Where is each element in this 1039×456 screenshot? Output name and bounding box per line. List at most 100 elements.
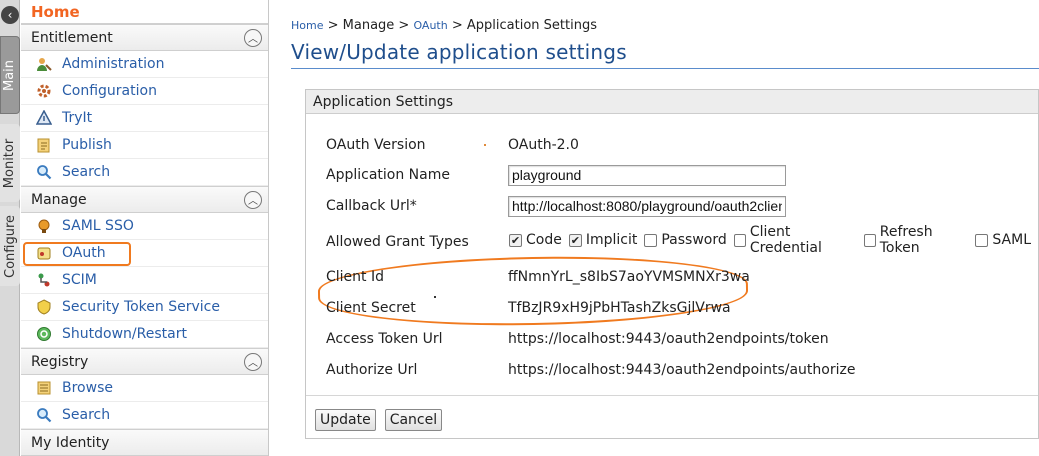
breadcrumb-separator: >	[447, 18, 467, 33]
client-secret-row: Client Secret TfBzJR9xH9jPbHTashZksGjlVr…	[326, 296, 731, 320]
sidebar-item-security-token-service[interactable]: Security Token Service	[21, 294, 268, 321]
collapse-sidebar-icon[interactable]: ‹	[1, 6, 19, 24]
access-token-url-row: Access Token Url https://localhost:9443/…	[326, 327, 829, 351]
configuration-icon	[35, 82, 53, 100]
breadcrumb: Home > Manage > OAuth > Application Sett…	[291, 18, 597, 33]
password-checkbox[interactable]	[644, 233, 658, 247]
callback-url-input[interactable]	[508, 195, 786, 217]
tryit-icon	[35, 109, 53, 127]
search-icon	[35, 406, 53, 424]
sidebar-item-browse[interactable]: Browse	[21, 375, 268, 402]
breadcrumb-separator: >	[323, 18, 343, 33]
client-credential-checkbox[interactable]	[733, 233, 746, 247]
sidebar: Home Entitlement ︿ Administration Config…	[21, 0, 269, 456]
section-header-entitlement[interactable]: Entitlement ︿	[21, 24, 268, 51]
browse-icon	[35, 379, 53, 397]
breadcrumb-oauth-link[interactable]: OAuth	[413, 19, 447, 32]
implicit-checkbox[interactable]: ✔	[568, 233, 582, 247]
code-checkbox[interactable]: ✔	[509, 233, 522, 247]
sidebar-item-label: Configuration	[62, 83, 157, 99]
chevron-up-icon[interactable]: ︿	[244, 28, 262, 47]
sidebar-item-label: Search	[62, 407, 111, 423]
grant-option-label: Implicit	[585, 232, 638, 248]
oauth-version-row: OAuth Version OAuth-2.0	[326, 133, 579, 157]
section-header-manage[interactable]: Manage ︿	[21, 186, 268, 213]
grant-option-label: Refresh Token	[879, 224, 933, 256]
grant-option-label: Password	[661, 232, 727, 248]
grant-types-options: ✔ Code ✔ Implicit Password Client Credenti…	[509, 224, 1038, 256]
grant-option-saml[interactable]: SAML	[975, 232, 1031, 248]
search-icon	[35, 163, 53, 181]
tab-configure[interactable]: Configure	[0, 206, 20, 286]
sts-icon	[35, 298, 53, 316]
callback-url-row: Callback Url*	[326, 194, 786, 218]
stray-mark	[484, 144, 486, 146]
tab-main[interactable]: Main	[0, 36, 20, 114]
breadcrumb-current: Application Settings	[466, 18, 597, 33]
client-id-value: ffNmnYrL_s8IbS7aoYVMSMNXr3wa	[508, 269, 750, 285]
sidebar-item-shutdown-restart[interactable]: Shutdown/Restart	[21, 321, 268, 348]
page-title: View/Update application settings	[291, 40, 627, 64]
sidebar-item-label: Search	[62, 164, 111, 180]
authorize-url-value: https://localhost:9443/oauth2endpoints/a…	[508, 362, 856, 378]
sidebar-item-saml-sso[interactable]: SAML SSO	[21, 213, 268, 240]
panel-header: Application Settings	[306, 90, 1038, 114]
sidebar-item-tryit[interactable]: TryIt	[21, 105, 268, 132]
grant-option-implicit[interactable]: ✔ Implicit	[568, 232, 638, 248]
sidebar-item-publish[interactable]: Publish	[21, 132, 268, 159]
cancel-button[interactable]: Cancel	[384, 409, 443, 431]
update-button[interactable]: Update	[315, 409, 376, 431]
title-divider	[291, 68, 1039, 69]
tab-monitor-label: Monitor	[2, 138, 18, 188]
grant-option-code[interactable]: ✔ Code	[509, 232, 562, 248]
authorize-url-label: Authorize Url	[326, 362, 418, 378]
vertical-tab-strip: ‹ Main Monitor Configure	[0, 0, 20, 456]
breadcrumb-manage: Manage	[342, 18, 395, 33]
chevron-up-icon[interactable]: ︿	[244, 352, 262, 371]
client-secret-value: TfBzJR9xH9jPbHTashZksGjlVrwa	[508, 300, 731, 316]
section-title: My Identity	[31, 434, 110, 451]
sidebar-item-label: Shutdown/Restart	[62, 326, 187, 342]
sidebar-item-label: OAuth	[62, 245, 106, 261]
section-title: Registry	[31, 353, 89, 370]
grant-option-password[interactable]: Password	[644, 232, 727, 248]
main-content: Home > Manage > OAuth > Application Sett…	[270, 0, 1039, 456]
refresh-token-checkbox[interactable]	[863, 233, 876, 247]
sidebar-item-label: SCIM	[62, 272, 97, 288]
section-title: Manage	[31, 191, 87, 208]
sidebar-item-label: Security Token Service	[62, 299, 220, 315]
publish-icon	[35, 136, 53, 154]
oauth-icon	[35, 244, 53, 262]
section-header-my-identity[interactable]: My Identity	[21, 429, 268, 456]
saml-icon	[35, 217, 53, 235]
sidebar-item-label: TryIt	[62, 110, 93, 126]
sidebar-item-search[interactable]: Search	[21, 402, 268, 429]
application-name-input[interactable]	[508, 164, 786, 186]
client-id-label: Client Id	[326, 269, 384, 285]
grant-option-label: SAML	[992, 232, 1031, 248]
sidebar-home-link[interactable]: Home	[21, 0, 268, 24]
client-secret-label: Client Secret	[326, 300, 416, 316]
chevron-up-icon[interactable]: ︿	[244, 190, 262, 209]
section-header-registry[interactable]: Registry ︿	[21, 348, 268, 375]
application-settings-panel: Application Settings OAuth Version OAuth…	[305, 89, 1039, 439]
breadcrumb-home-link[interactable]: Home	[291, 19, 323, 32]
grant-option-client-credential[interactable]: Client Credential	[733, 224, 857, 256]
sidebar-item-search[interactable]: Search	[21, 159, 268, 186]
grant-types-row: Allowed Grant Types	[326, 230, 508, 254]
sidebar-item-label: Administration	[62, 56, 165, 72]
sidebar-item-scim[interactable]: SCIM	[21, 267, 268, 294]
sidebar-item-administration[interactable]: Administration	[21, 51, 268, 78]
oauth-version-label: OAuth Version	[326, 137, 426, 153]
grant-option-refresh-token[interactable]: Refresh Token	[863, 224, 969, 256]
application-name-label: Application Name	[326, 167, 450, 183]
oauth-version-value: OAuth-2.0	[508, 137, 579, 153]
button-divider	[306, 395, 1038, 396]
sidebar-item-configuration[interactable]: Configuration	[21, 78, 268, 105]
sidebar-item-oauth[interactable]: OAuth	[21, 240, 268, 267]
saml-checkbox[interactable]	[975, 233, 989, 247]
application-name-row: Application Name	[326, 163, 786, 187]
access-token-url-label: Access Token Url	[326, 331, 443, 347]
grant-option-label: Code	[526, 232, 562, 248]
tab-monitor[interactable]: Monitor	[0, 124, 20, 202]
